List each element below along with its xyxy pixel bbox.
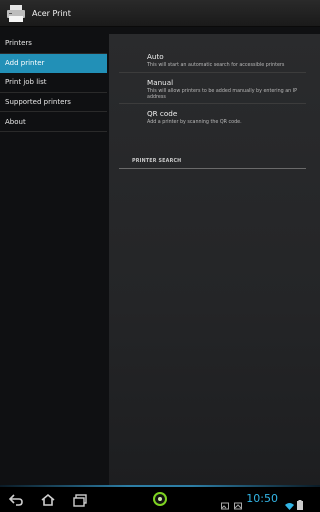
recent-apps-icon[interactable] bbox=[72, 492, 88, 507]
sidebar-item-add-printer[interactable]: Add printer bbox=[0, 53, 107, 74]
sidebar-item-supported-printers[interactable]: Supported printers bbox=[0, 93, 107, 113]
option-title: Manual bbox=[147, 78, 174, 87]
sidebar-item-label: Supported printers bbox=[5, 98, 71, 107]
option-description: This will start an automatic search for … bbox=[147, 63, 285, 68]
sidebar-item-label: Add printer bbox=[5, 58, 45, 67]
option-auto[interactable]: Auto This will start an automatic search… bbox=[147, 52, 307, 69]
home-icon[interactable] bbox=[40, 492, 56, 506]
battery-icon bbox=[297, 495, 303, 510]
app-title: Acer Print bbox=[32, 8, 71, 18]
sidebar-item-print-job-list[interactable]: Print job list bbox=[0, 73, 107, 93]
sidebar-item-printers[interactable]: Printers bbox=[0, 34, 107, 54]
divider bbox=[119, 103, 306, 104]
option-qr-code[interactable]: QR code Add a printer by scanning the QR… bbox=[147, 109, 307, 126]
option-title: QR code bbox=[147, 109, 178, 118]
printer-icon[interactable] bbox=[5, 2, 27, 24]
sidebar: Printers Add printer Print job list Supp… bbox=[0, 34, 107, 132]
gallery-icon bbox=[221, 495, 229, 510]
sidebar-item-label: Printers bbox=[5, 39, 32, 48]
image-icon bbox=[234, 495, 242, 510]
sidebar-item-label: About bbox=[5, 117, 26, 126]
section-divider bbox=[119, 168, 306, 169]
main-content: Printers Add printer Print job list Supp… bbox=[0, 27, 320, 487]
section-header: PRINTER SEARCH bbox=[132, 159, 182, 164]
add-printer-panel: Auto This will start an automatic search… bbox=[109, 34, 320, 487]
option-description: This will allow printers to be added man… bbox=[147, 89, 298, 100]
option-title: Auto bbox=[147, 52, 164, 61]
system-bar: 10:50 bbox=[0, 487, 320, 512]
option-description: Add a printer by scanning the QR code. bbox=[147, 120, 242, 125]
back-icon[interactable] bbox=[8, 492, 24, 506]
divider bbox=[119, 72, 306, 73]
option-manual[interactable]: Manual This will allow printers to be ad… bbox=[147, 78, 307, 101]
wifi-icon bbox=[285, 495, 294, 510]
app-notification-icon[interactable] bbox=[152, 491, 168, 506]
clock: 10:50 bbox=[246, 492, 278, 505]
action-bar: Acer Print bbox=[0, 0, 320, 27]
sidebar-item-label: Print job list bbox=[5, 78, 47, 87]
sidebar-item-about[interactable]: About bbox=[0, 112, 107, 132]
